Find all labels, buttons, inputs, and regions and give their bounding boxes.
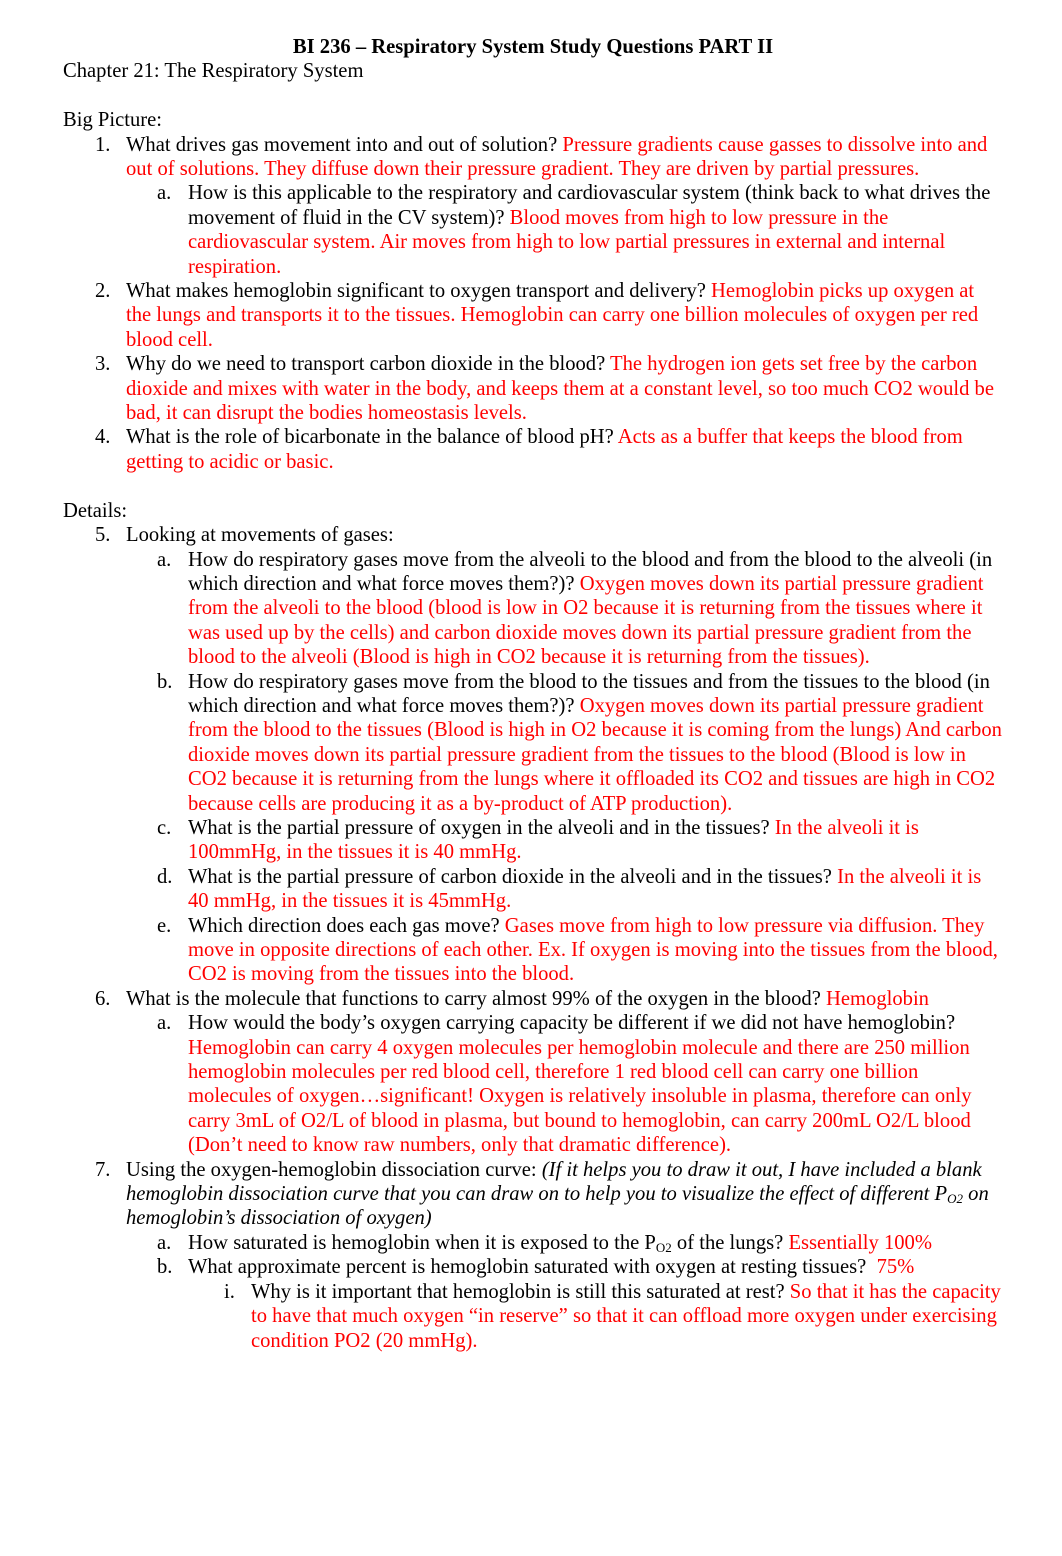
document-title-text: BI 236 – Respiratory System Study Questi… [292, 36, 774, 58]
question-number: c. [157, 816, 172, 839]
question-number: a. [157, 1231, 172, 1254]
question-number: b. [157, 1256, 173, 1279]
question-text: How saturated is hemoglobin when it is e… [188, 1231, 656, 1254]
question-number: 5. [95, 524, 111, 547]
question-text: What makes hemoglobin significant to oxy… [126, 280, 706, 303]
question-text: Which direction does each gas move? [188, 914, 500, 937]
question-number: 6. [95, 987, 111, 1010]
section-heading-details: Details: [63, 499, 128, 522]
question-5b: b. How do respiratory gases move from th… [63, 670, 1003, 816]
question-1: 1. What drives gas movement into and out… [63, 133, 1003, 182]
question-number: 2. [95, 280, 111, 303]
question-number: a. [157, 1012, 172, 1035]
question-number: b. [157, 670, 173, 693]
question-5a: a. How do respiratory gases move from th… [63, 548, 1003, 670]
subscript-o2: O2 [655, 1239, 672, 1255]
question-text: Looking at movements of gases: [126, 524, 394, 547]
question-text: What is the partial pressure of carbon d… [188, 865, 832, 888]
question-text: What drives gas movement into and out of… [126, 133, 558, 156]
question-5d: d. What is the partial pressure of carbo… [63, 865, 1003, 914]
question-number: 4. [95, 426, 111, 449]
section-heading-big-picture: Big Picture: [63, 109, 162, 132]
subscript-o2: O2 [947, 1191, 964, 1207]
question-6a: a. How would the body’s oxygen carrying … [63, 1011, 1003, 1157]
question-7a: a. How saturated is hemoglobin when it i… [63, 1231, 1003, 1255]
question-5: 5. Looking at movements of gases: [63, 523, 1003, 547]
question-7b: b. What approximate percent is hemoglobi… [63, 1255, 1003, 1279]
answer-text: Hemoglobin can carry 4 oxygen molecules … [188, 1036, 972, 1157]
chapter-subtitle: Chapter 21: The Respiratory System [63, 60, 364, 83]
question-1a: a. How is this applicable to the respira… [63, 181, 1003, 279]
question-text: of the lungs? [671, 1231, 784, 1254]
document-page: BI 236 – Respiratory System Study Questi… [63, 35, 1003, 1353]
question-number: e. [157, 914, 172, 937]
question-4: 4. What is the role of bicarbonate in th… [63, 425, 1003, 474]
question-7b-i: i. Why is it important that hemoglobin i… [63, 1280, 1003, 1353]
question-number: d. [157, 865, 173, 888]
question-text: What is the role of bicarbonate in the b… [126, 426, 614, 449]
question-5c: c. What is the partial pressure of oxyge… [63, 816, 1003, 865]
question-number: 7. [95, 1158, 111, 1181]
question-text: What approximate percent is hemoglobin s… [188, 1256, 867, 1279]
question-3: 3. Why do we need to transport carbon di… [63, 352, 1003, 425]
question-text: What is the molecule that functions to c… [126, 987, 821, 1010]
answer-text: Essentially 100% [783, 1231, 933, 1254]
question-6: 6. What is the molecule that functions t… [63, 987, 1003, 1011]
question-number: 3. [95, 353, 111, 376]
question-text: Why is it important that hemoglobin is s… [251, 1280, 785, 1303]
question-number: a. [157, 548, 172, 571]
question-number: i. [224, 1280, 235, 1303]
document-title: BI 236 – Respiratory System Study Questi… [63, 35, 1003, 59]
question-number: a. [157, 182, 172, 205]
question-text: Why do we need to transport carbon dioxi… [126, 353, 606, 376]
question-7: 7. Using the oxygen-hemoglobin dissociat… [63, 1158, 1003, 1231]
answer-text: 75% [866, 1256, 915, 1279]
answer-text: Hemoglobin [820, 987, 929, 1010]
question-2: 2. What makes hemoglobin significant to … [63, 279, 1003, 352]
question-5e: e. Which direction does each gas move? G… [63, 914, 1003, 987]
question-text: What is the partial pressure of oxygen i… [188, 816, 770, 839]
question-number: 1. [95, 133, 111, 156]
question-text: How would the body’s oxygen carrying cap… [188, 1012, 956, 1035]
question-text: Using the oxygen-hemoglobin dissociation… [126, 1158, 542, 1181]
